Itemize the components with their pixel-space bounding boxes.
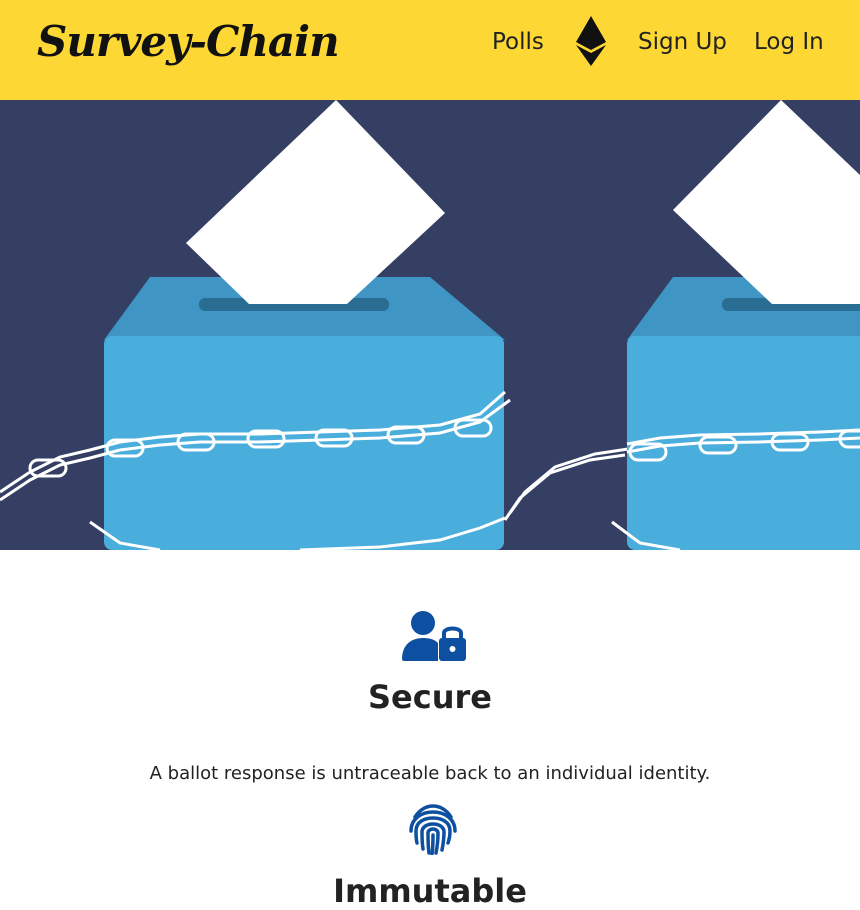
brand-logo[interactable]: Survey-Chain <box>37 17 340 66</box>
ethereum-icon[interactable] <box>576 16 606 66</box>
nav-link-login[interactable]: Log In <box>754 29 824 55</box>
user-lock-icon <box>402 611 466 661</box>
feature-description-secure: A ballot response is untraceable back to… <box>149 763 711 784</box>
fingerprint-icon <box>409 804 457 855</box>
feature-title-immutable: Immutable <box>333 872 527 910</box>
nav-link-polls[interactable]: Polls <box>492 29 544 55</box>
ballot-box-illustration <box>0 100 860 550</box>
feature-title-secure: Secure <box>368 678 492 716</box>
hero-image <box>0 100 860 550</box>
navbar: Survey-Chain Polls Sign Up Log In <box>0 0 860 100</box>
nav-link-signup[interactable]: Sign Up <box>638 29 727 55</box>
